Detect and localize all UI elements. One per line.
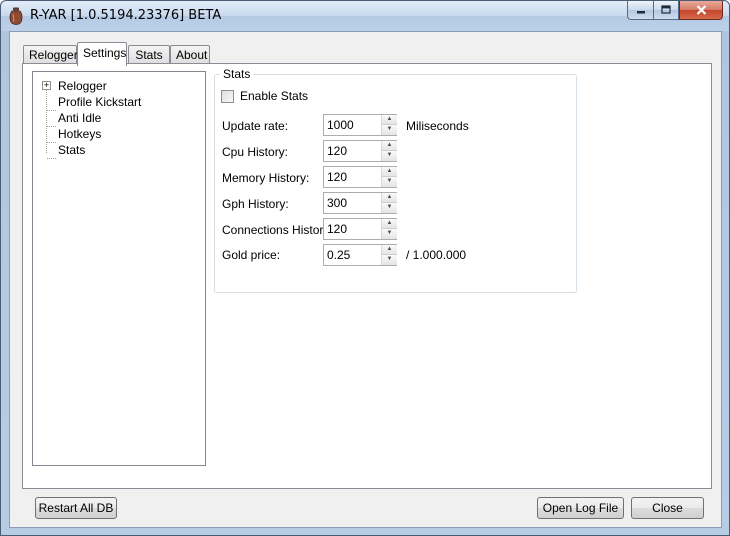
spinner-value[interactable]: 1000 (327, 118, 354, 132)
settings-tab-page: + Relogger Profile Kickstart Anti Idle H… (22, 63, 712, 489)
spinner-value[interactable]: 120 (327, 170, 347, 184)
spinner-value[interactable]: 300 (327, 196, 347, 210)
memory-history-label: Memory History: (222, 171, 310, 185)
minimize-button[interactable] (627, 1, 653, 20)
tree-item-label: Relogger (58, 79, 107, 93)
tree-item-label: Hotkeys (58, 127, 102, 141)
tree-connector (46, 89, 47, 153)
tab-settings[interactable]: Settings (77, 42, 127, 66)
tree-item-label: Anti Idle (58, 111, 102, 125)
tree-connector (47, 126, 56, 127)
title-bar[interactable]: R-YAR [1.0.5194.23376] BETA (1, 1, 729, 31)
spinner-buttons: ▲ ▼ (381, 141, 397, 161)
spin-down-icon[interactable]: ▼ (382, 203, 397, 213)
app-window: R-YAR [1.0.5194.23376] BETA Relogger Set… (0, 0, 730, 536)
spinner-buttons: ▲ ▼ (381, 167, 397, 187)
tab-relogger[interactable]: Relogger (23, 45, 78, 65)
tree-item-anti-idle[interactable]: Anti Idle (58, 110, 101, 126)
gold-price-spinner[interactable]: 0.25 ▲ ▼ (323, 244, 397, 266)
enable-stats-checkbox[interactable] (221, 89, 234, 103)
cpu-history-label: Cpu History: (222, 145, 289, 159)
spin-up-icon[interactable]: ▲ (382, 219, 397, 229)
gold-price-label: Gold price: (222, 248, 281, 262)
open-log-file-button[interactable]: Open Log File (537, 497, 624, 519)
update-rate-label: Update rate: (222, 119, 289, 133)
tab-stats[interactable]: Stats (128, 45, 170, 65)
spin-up-icon[interactable]: ▲ (382, 167, 397, 177)
tree-connector (47, 158, 56, 159)
connections-history-spinner[interactable]: 120 ▲ ▼ (323, 218, 397, 240)
gold-price-unit: / 1.000.000 (406, 248, 467, 262)
memory-history-spinner[interactable]: 120 ▲ ▼ (323, 166, 397, 188)
update-rate-spinner[interactable]: 1000 ▲ ▼ (323, 114, 397, 136)
spinner-value[interactable]: 120 (327, 222, 347, 236)
update-rate-unit: Miliseconds (406, 119, 469, 133)
connections-history-label: Connections History: (222, 223, 333, 237)
enable-stats-row[interactable]: Enable Stats (221, 88, 308, 104)
spin-down-icon[interactable]: ▼ (382, 151, 397, 161)
spin-down-icon[interactable]: ▼ (382, 255, 397, 265)
spin-up-icon[interactable]: ▲ (382, 141, 397, 151)
jar-icon (9, 7, 23, 25)
restart-all-db-button[interactable]: Restart All DB (35, 497, 117, 519)
client-area: Relogger Settings Stats About + Relogger… (9, 31, 722, 528)
close-button[interactable]: Close (631, 497, 704, 519)
spin-up-icon[interactable]: ▲ (382, 245, 397, 255)
spinner-buttons: ▲ ▼ (381, 193, 397, 213)
tree-item-hotkeys[interactable]: Hotkeys (58, 126, 101, 142)
tree-item-label: Profile Kickstart (58, 95, 142, 109)
tab-about[interactable]: About (170, 45, 210, 65)
spinner-value[interactable]: 120 (327, 144, 347, 158)
cpu-history-spinner[interactable]: 120 ▲ ▼ (323, 140, 397, 162)
spinner-buttons: ▲ ▼ (381, 219, 397, 239)
spin-down-icon[interactable]: ▼ (382, 229, 397, 239)
spinner-buttons: ▲ ▼ (381, 115, 397, 135)
window-close-button[interactable] (679, 1, 723, 20)
spin-down-icon[interactable]: ▼ (382, 177, 397, 187)
gph-history-spinner[interactable]: 300 ▲ ▼ (323, 192, 397, 214)
minimize-icon (636, 11, 645, 14)
enable-stats-label: Enable Stats (240, 89, 309, 103)
tab-label: Settings (83, 46, 127, 60)
tab-label: Relogger (29, 48, 78, 62)
tree-connector (47, 110, 56, 111)
tab-label: Stats (135, 48, 163, 62)
maximize-button[interactable] (653, 1, 679, 20)
spin-up-icon[interactable]: ▲ (382, 193, 397, 203)
spin-down-icon[interactable]: ▼ (382, 125, 397, 135)
tree-item-stats[interactable]: Stats (58, 142, 85, 158)
caption-buttons (627, 1, 723, 20)
tree-item-relogger[interactable]: Relogger (58, 78, 107, 94)
window-title: R-YAR [1.0.5194.23376] BETA (30, 8, 222, 23)
tab-label: About (176, 48, 208, 62)
tree-connector (47, 142, 56, 143)
maximize-icon (661, 5, 671, 14)
settings-tree[interactable]: + Relogger Profile Kickstart Anti Idle H… (32, 71, 206, 466)
stats-groupbox: Stats Enable Stats Update rate: 1000 ▲ ▼… (214, 67, 577, 293)
spin-up-icon[interactable]: ▲ (382, 115, 397, 125)
spinner-value[interactable]: 0.25 (327, 248, 350, 262)
close-icon (696, 5, 706, 15)
stats-group-title: Stats (220, 67, 254, 81)
gph-history-label: Gph History: (222, 197, 289, 211)
spinner-buttons: ▲ ▼ (381, 245, 397, 265)
tree-item-label: Stats (58, 143, 86, 157)
tree-item-profile-kickstart[interactable]: Profile Kickstart (58, 94, 141, 110)
expand-plus-icon[interactable]: + (42, 81, 51, 90)
